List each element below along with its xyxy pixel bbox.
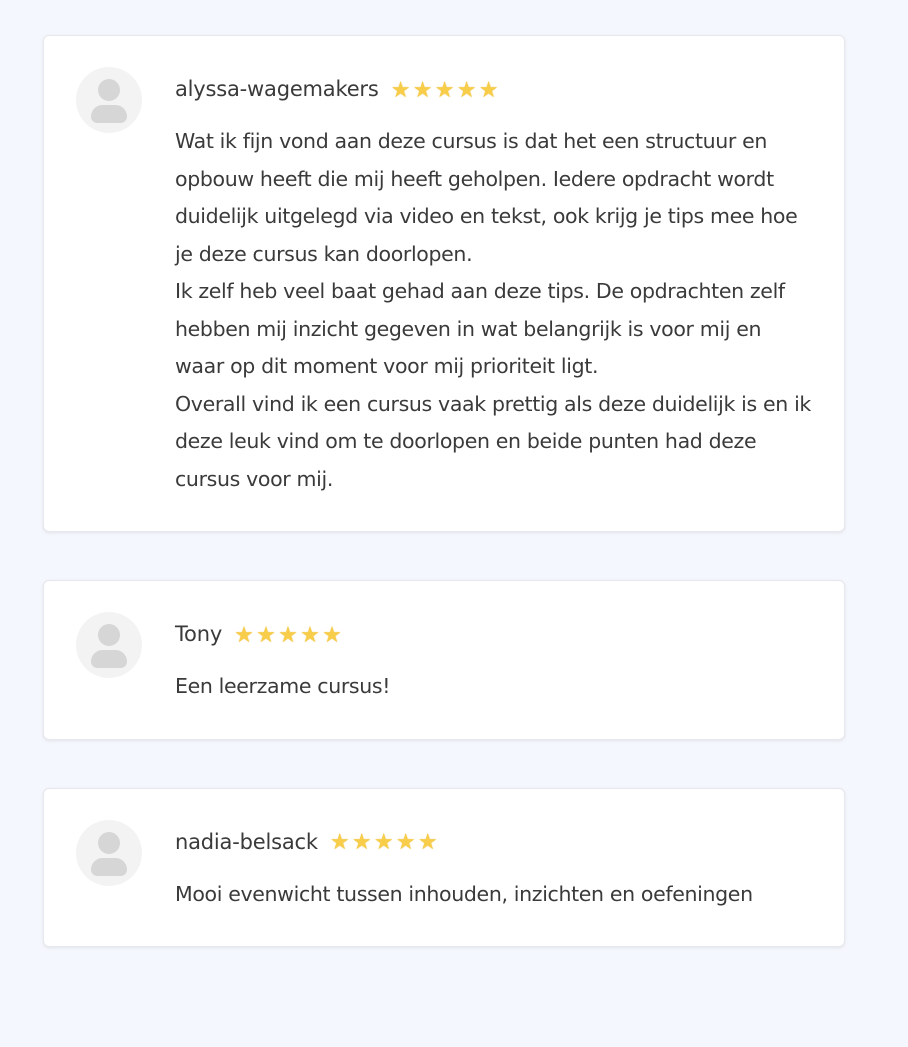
- star-icon: ★: [456, 77, 477, 103]
- review-card: nadia-belsack ★ ★ ★ ★ ★ Mooi evenwicht t…: [43, 787, 845, 947]
- star-icon: ★: [417, 830, 438, 855]
- star-icon: ★: [373, 830, 394, 855]
- review-header: alyssa-wagemakers ★ ★ ★ ★ ★: [175, 65, 814, 113]
- review-paragraph: Overall vind ik een cursus vaak prettig …: [175, 391, 811, 491]
- star-icon: ★: [322, 622, 342, 648]
- review-header: nadia-belsack ★ ★ ★ ★ ★: [175, 818, 814, 866]
- star-icon: ★: [351, 830, 372, 855]
- star-icon: ★: [300, 622, 320, 648]
- review-header: Tony ★ ★ ★ ★ ★: [175, 610, 814, 658]
- review-text: Een leerzame cursus!: [175, 668, 814, 706]
- reviewer-name: nadia-belsack: [175, 829, 318, 854]
- star-icon: ★: [412, 77, 433, 103]
- star-rating: ★ ★ ★ ★ ★: [233, 622, 343, 648]
- star-icon: ★: [478, 77, 499, 103]
- review-paragraph: Ik zelf heb veel baat gehad aan deze tip…: [175, 279, 785, 378]
- user-avatar-icon: [76, 67, 142, 133]
- review-text: Wat ik fijn vond aan deze cursus is dat …: [175, 123, 814, 498]
- star-icon: ★: [390, 77, 411, 103]
- star-icon: ★: [234, 622, 254, 648]
- star-icon: ★: [434, 77, 455, 103]
- reviewer-name: Tony: [175, 622, 223, 646]
- star-icon: ★: [256, 622, 276, 648]
- review-paragraph: Wat ik fijn vond aan deze cursus is dat …: [175, 129, 798, 266]
- review-text: Mooi evenwicht tussen inhouden, inzichte…: [175, 876, 814, 914]
- user-avatar-icon: [76, 612, 142, 678]
- star-icon: ★: [278, 622, 298, 648]
- review-paragraph: Mooi evenwicht tussen inhouden, inzichte…: [175, 881, 753, 906]
- star-icon: ★: [395, 830, 416, 855]
- reviewer-name: alyssa-wagemakers: [175, 77, 379, 101]
- review-paragraph: Een leerzame cursus!: [175, 674, 391, 698]
- star-rating: ★ ★ ★ ★ ★: [329, 832, 439, 854]
- review-card: Tony ★ ★ ★ ★ ★ Een leerzame cursus!: [43, 580, 845, 740]
- star-rating: ★ ★ ★ ★ ★: [390, 77, 500, 103]
- user-avatar-icon: [76, 819, 142, 886]
- star-icon: ★: [329, 830, 350, 855]
- review-list: alyssa-wagemakers ★ ★ ★ ★ ★ Wat ik fijn …: [43, 35, 845, 995]
- review-card: alyssa-wagemakers ★ ★ ★ ★ ★ Wat ik fijn …: [43, 35, 845, 532]
